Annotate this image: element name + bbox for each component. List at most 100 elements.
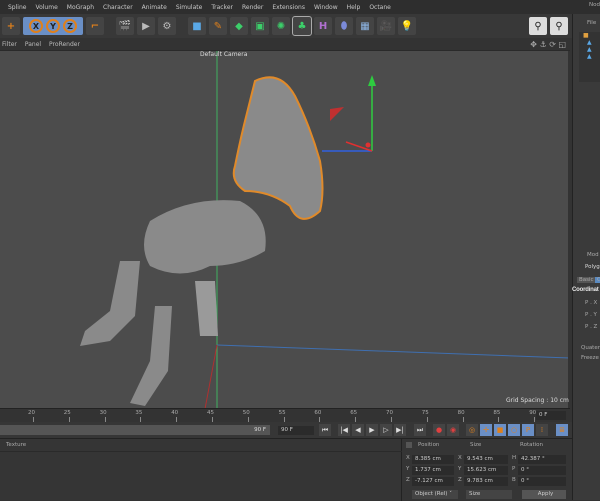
param-pz[interactable]: P . Z: [585, 324, 597, 330]
sky-icon[interactable]: ▦: [356, 17, 374, 35]
coord-p-field[interactable]: -7.127 cm: [412, 477, 454, 486]
menu-animate[interactable]: Animate: [142, 4, 167, 11]
coord-r-field[interactable]: 0 °: [518, 477, 566, 486]
material-manager[interactable]: Texture: [0, 439, 402, 501]
play-icon[interactable]: ▶: [366, 424, 378, 436]
menu-volume[interactable]: Volume: [35, 4, 57, 11]
z-axis-lock-icon[interactable]: Z: [63, 19, 77, 33]
next-frame-icon[interactable]: ▷: [380, 424, 392, 436]
camera-label[interactable]: Default Camera: [200, 51, 247, 58]
field-icon[interactable]: H: [314, 17, 332, 35]
move-tool-icon[interactable]: +: [2, 17, 20, 35]
light-icon[interactable]: 💡: [398, 17, 416, 35]
key-rotation-icon[interactable]: ○: [508, 424, 520, 436]
layout-icon-2[interactable]: ⚲: [550, 17, 568, 35]
render-settings-icon[interactable]: ⚙: [158, 17, 176, 35]
key-pla-icon[interactable]: ⁞: [536, 424, 548, 436]
camera-icon[interactable]: 🎥: [377, 17, 395, 35]
subdivision-icon[interactable]: ◆: [230, 17, 248, 35]
tab-coord[interactable]: C: [595, 277, 600, 283]
menu-spline[interactable]: Spline: [8, 4, 26, 11]
max-frame-field[interactable]: 90 F: [278, 426, 314, 435]
coord-s-field[interactable]: 9.543 cm: [464, 455, 508, 464]
coord-r-field[interactable]: 42.387 °: [518, 455, 566, 464]
x-axis-lock-icon[interactable]: X: [29, 19, 43, 33]
timeline-tick-label: 50: [242, 410, 250, 416]
cube-icon[interactable]: ■: [188, 17, 206, 35]
timeline-tick-label: 35: [135, 410, 143, 416]
axis-label: Y: [458, 466, 462, 472]
size-mode-value: Size: [469, 491, 481, 497]
quaternion-section[interactable]: Quater: [581, 345, 600, 351]
coord-p-field[interactable]: 1.737 cm: [412, 466, 454, 475]
axis-label: Y: [406, 466, 410, 472]
viewport-menu-panel[interactable]: Panel: [25, 41, 41, 48]
key-parameter-icon[interactable]: P: [522, 424, 534, 436]
array-icon[interactable]: ▣: [251, 17, 269, 35]
key-scale-icon[interactable]: ■: [494, 424, 506, 436]
prev-key-icon[interactable]: |◀: [338, 424, 350, 436]
size-mode-select[interactable]: Size: [466, 490, 512, 499]
viewport-nav-icons[interactable]: ✥ ⚓ ⟳ ◱: [530, 40, 566, 49]
coord-s-field[interactable]: 9.783 cm: [464, 477, 508, 486]
floor-icon[interactable]: ⬮: [335, 17, 353, 35]
menu-help[interactable]: Help: [347, 4, 361, 11]
key-position-icon[interactable]: ✛: [480, 424, 492, 436]
mode-label[interactable]: Mod: [587, 252, 599, 258]
param-px[interactable]: P . X: [585, 300, 597, 306]
timeline-tick-label: 55: [278, 410, 286, 416]
object-tree[interactable]: ■ ▲ ▲ ▲: [579, 32, 600, 82]
selected-figure[interactable]: [232, 76, 324, 220]
axis-label: Z: [458, 477, 462, 483]
file-menu[interactable]: File: [587, 20, 596, 26]
tab-basic[interactable]: Basic: [577, 277, 596, 283]
go-to-end-icon[interactable]: ⏭: [414, 424, 426, 436]
frame-range-slider[interactable]: 90 F: [0, 425, 270, 435]
go-to-start-icon[interactable]: ⏮: [319, 424, 331, 436]
timeline-tick-label: 65: [350, 410, 358, 416]
render-view-icon[interactable]: 🎬: [116, 17, 134, 35]
cloner-icon[interactable]: ♣: [292, 16, 312, 36]
pen-icon[interactable]: ✎: [209, 17, 227, 35]
keyframe-selection-icon[interactable]: ◎: [466, 424, 478, 436]
z-world-axis: [204, 344, 218, 410]
freeze-section[interactable]: Freeze: [581, 355, 599, 361]
coord-s-field[interactable]: 15.623 cm: [464, 466, 508, 475]
menu-character[interactable]: Character: [103, 4, 133, 11]
timeline-icon[interactable]: ≣: [556, 424, 568, 436]
figure-boot: [195, 281, 218, 336]
coord-p-field[interactable]: 8.385 cm: [412, 455, 454, 464]
deformer-icon[interactable]: ✺: [272, 17, 290, 35]
timeline-ruler[interactable]: 20 25 30 35 40 45 50 55 60 65 70 75 80 85 90 0 F: [0, 408, 570, 422]
y-axis-lock-icon[interactable]: Y: [46, 19, 60, 33]
texture-menu[interactable]: Texture: [6, 442, 26, 448]
3d-viewport[interactable]: [0, 50, 571, 410]
layout-icon-1[interactable]: ⚲: [529, 17, 547, 35]
menu-simulate[interactable]: Simulate: [176, 4, 203, 11]
menu-octane[interactable]: Octane: [369, 4, 391, 11]
menu-bar: Spline Volume MoGraph Character Animate …: [0, 0, 600, 14]
record-icon[interactable]: ●: [433, 424, 445, 436]
apply-button[interactable]: Apply: [522, 490, 566, 499]
timeline-tick-label: 20: [28, 410, 35, 416]
menu-render[interactable]: Render: [242, 4, 263, 11]
auto-key-icon[interactable]: ◉: [447, 424, 459, 436]
prev-frame-icon[interactable]: ◀: [352, 424, 364, 436]
next-key-icon[interactable]: ▶|: [394, 424, 406, 436]
current-frame-field[interactable]: 0 F: [536, 411, 566, 420]
viewport-menu-prorender[interactable]: ProRender: [49, 41, 80, 48]
menu-mograph[interactable]: MoGraph: [67, 4, 94, 11]
boot-left: [80, 261, 140, 346]
param-py[interactable]: P . Y: [585, 312, 597, 318]
menu-extensions[interactable]: Extensions: [272, 4, 305, 11]
menu-tracker[interactable]: Tracker: [211, 4, 233, 11]
menu-window[interactable]: Window: [314, 4, 338, 11]
render-picture-viewer-icon[interactable]: ▶: [137, 17, 155, 35]
figure-legs: [144, 200, 266, 274]
timeline-tick-label: 40: [171, 410, 179, 416]
viewport-menu-filter[interactable]: Filter: [2, 41, 17, 48]
coord-r-field[interactable]: 0 °: [518, 466, 566, 475]
coord-mode-select[interactable]: Object (Rel) ˅: [412, 490, 458, 499]
coordinate-system-icon[interactable]: ⌐: [86, 17, 104, 35]
coords-menu-icon[interactable]: [406, 442, 412, 448]
